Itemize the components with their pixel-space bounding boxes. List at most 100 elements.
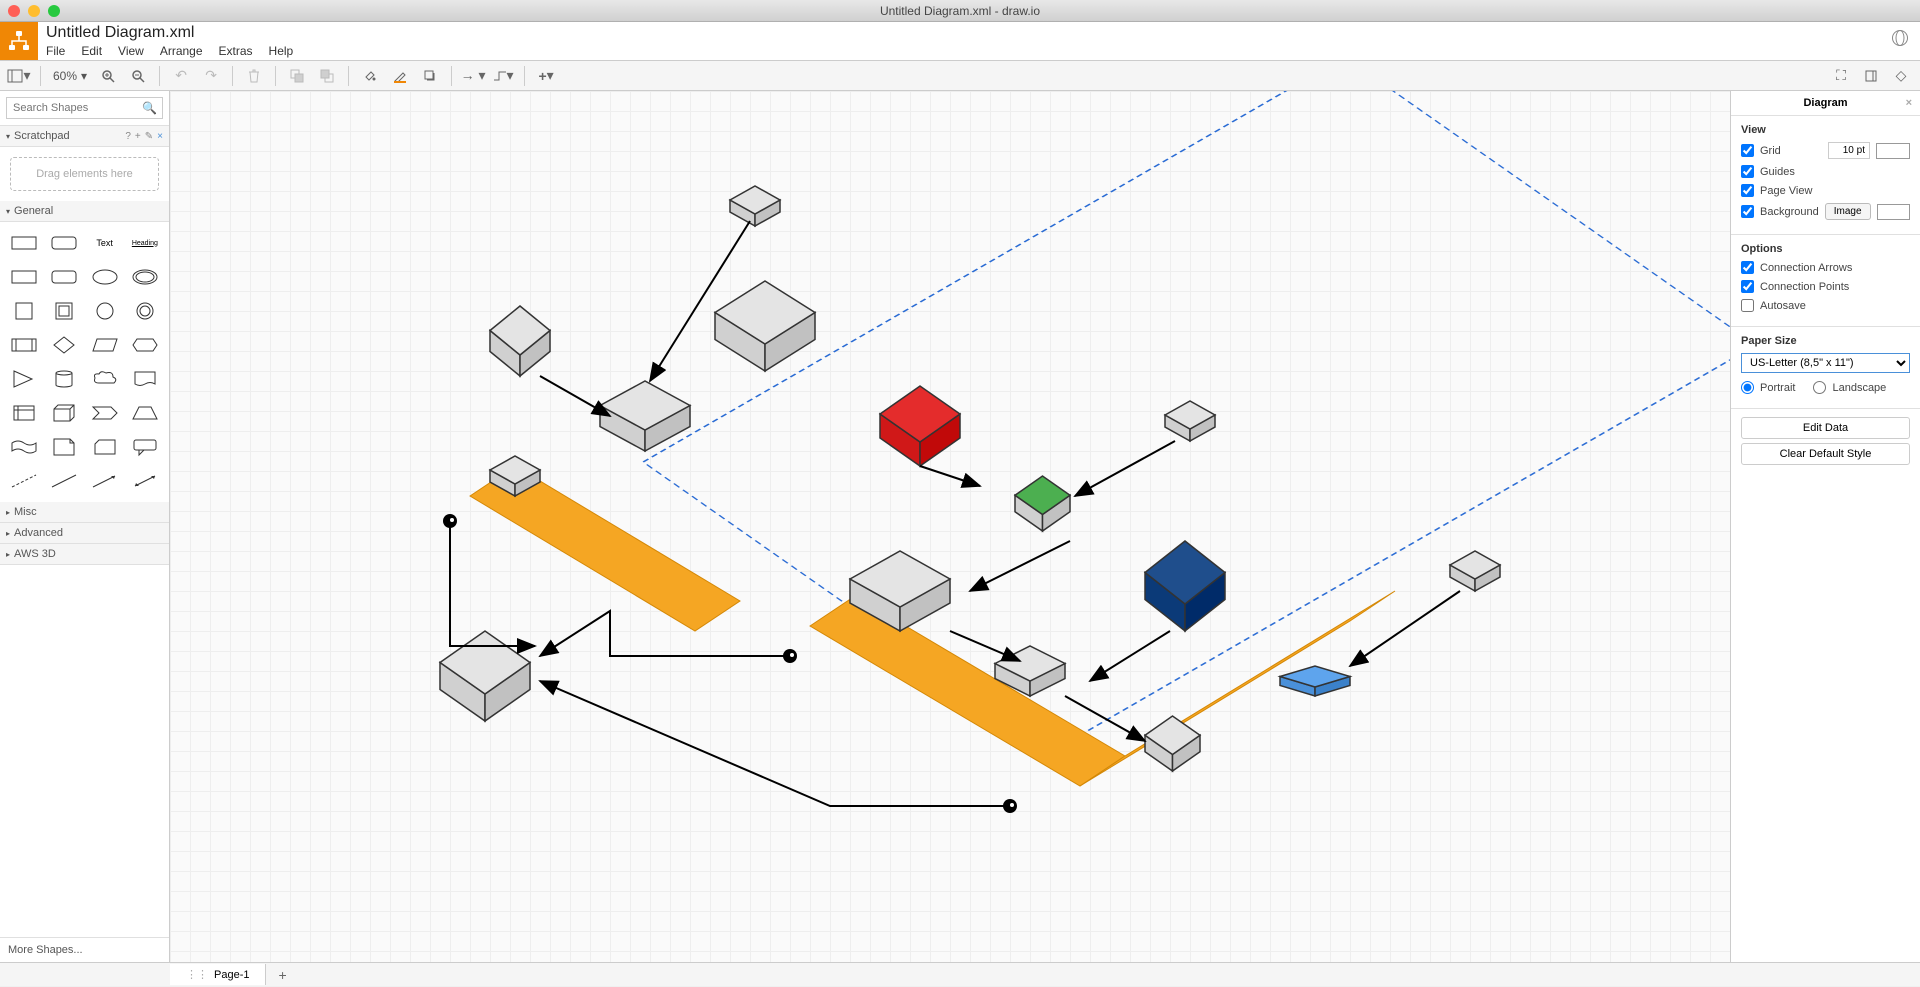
shape-cylinder[interactable]: [48, 366, 80, 392]
shape-line[interactable]: [48, 468, 80, 494]
shape-text[interactable]: Text: [89, 230, 121, 256]
page-drag-handle-icon[interactable]: ⋮⋮: [186, 968, 208, 981]
delete-button[interactable]: [241, 64, 267, 88]
redo-button[interactable]: ↷: [198, 64, 224, 88]
arrow[interactable]: [950, 631, 1020, 661]
shape-internal-storage[interactable]: [8, 400, 40, 426]
shape-rect[interactable]: [8, 230, 40, 256]
shape-ellipse[interactable]: [89, 264, 121, 290]
shape-dashed-line[interactable]: [8, 468, 40, 494]
guides-checkbox[interactable]: [1741, 165, 1754, 178]
shape-bidir-arrow[interactable]: [129, 468, 161, 494]
shape-tape[interactable]: [8, 434, 40, 460]
connection-button[interactable]: → ▾: [460, 64, 486, 88]
canvas[interactable]: [170, 91, 1730, 962]
arrow[interactable]: [970, 541, 1070, 591]
papersize-select[interactable]: US-Letter (8,5" x 11"): [1741, 353, 1910, 373]
aws3d-section[interactable]: ▸AWS 3D: [0, 544, 169, 565]
shape-circle[interactable]: [89, 298, 121, 324]
language-icon[interactable]: [1892, 30, 1908, 46]
menu-help[interactable]: Help: [269, 44, 294, 58]
zoom-level[interactable]: 60% ▾: [49, 69, 91, 83]
shape-process[interactable]: [8, 332, 40, 358]
shape-arrow-line[interactable]: [89, 468, 121, 494]
close-window-button[interactable]: [8, 5, 20, 17]
shape-square-dbl[interactable]: [48, 298, 80, 324]
diagram-content[interactable]: [170, 91, 1730, 962]
shape-diamond[interactable]: [48, 332, 80, 358]
server-big[interactable]: [715, 281, 815, 371]
conn-arrows-checkbox[interactable]: [1741, 261, 1754, 274]
clear-style-button[interactable]: Clear Default Style: [1741, 443, 1910, 465]
background-color-swatch[interactable]: [1877, 204, 1910, 220]
scratchpad-add-icon[interactable]: +: [135, 131, 141, 142]
autosave-checkbox[interactable]: [1741, 299, 1754, 312]
maximize-window-button[interactable]: [48, 5, 60, 17]
shape-hexagon[interactable]: [129, 332, 161, 358]
grid-checkbox[interactable]: [1741, 144, 1754, 157]
red-database[interactable]: [880, 386, 960, 466]
scratchpad-help-icon[interactable]: ?: [125, 131, 131, 142]
edit-data-button[interactable]: Edit Data: [1741, 417, 1910, 439]
search-icon[interactable]: 🔍: [142, 101, 157, 115]
landscape-radio[interactable]: [1813, 381, 1826, 394]
add-page-button[interactable]: +: [266, 963, 298, 987]
view-menu-button[interactable]: ▾: [6, 64, 32, 88]
arrow[interactable]: [920, 466, 980, 486]
shape-circle-dbl[interactable]: [129, 298, 161, 324]
to-front-button[interactable]: [284, 64, 310, 88]
shape-rounded2[interactable]: [48, 264, 80, 290]
misc-section[interactable]: ▸Misc: [0, 502, 169, 523]
m-node[interactable]: [1145, 716, 1200, 771]
fill-color-button[interactable]: [357, 64, 383, 88]
general-shapes-header[interactable]: ▾General: [0, 201, 169, 222]
more-shapes-button[interactable]: More Shapes...: [0, 937, 169, 962]
minimize-window-button[interactable]: [28, 5, 40, 17]
outline-panel-button[interactable]: ◇: [1888, 64, 1914, 88]
waypoint-button[interactable]: ▾: [490, 64, 516, 88]
scratchpad-close-icon[interactable]: ×: [157, 131, 163, 142]
pageview-checkbox[interactable]: [1741, 184, 1754, 197]
shape-ellipse-dbl[interactable]: [129, 264, 161, 290]
scratchpad-header[interactable]: ▾Scratchpad ?+✎×: [0, 126, 169, 147]
orange-path-2[interactable]: [810, 596, 1125, 786]
shape-cube[interactable]: [48, 400, 80, 426]
pyramid-node[interactable]: [600, 381, 690, 451]
shape-triangle[interactable]: [8, 366, 40, 392]
cloud-small-right[interactable]: [1165, 401, 1215, 441]
zoom-in-button[interactable]: [95, 64, 121, 88]
shape-step[interactable]: [89, 400, 121, 426]
arrow[interactable]: [1075, 441, 1175, 496]
orange-path-3[interactable]: [1080, 591, 1395, 786]
fullscreen-button[interactable]: ⛶: [1828, 64, 1854, 88]
advanced-section[interactable]: ▸Advanced: [0, 523, 169, 544]
blue-storage[interactable]: [1145, 541, 1225, 631]
shape-parallelogram[interactable]: [89, 332, 121, 358]
cloud-small-top[interactable]: [730, 186, 780, 226]
shadow-button[interactable]: [417, 64, 443, 88]
shape-rounded-rect[interactable]: [48, 230, 80, 256]
background-image-button[interactable]: Image: [1825, 203, 1871, 220]
format-panel-button[interactable]: [1858, 64, 1884, 88]
shape-document[interactable]: [129, 366, 161, 392]
shape-trapezoid[interactable]: [129, 400, 161, 426]
document-title[interactable]: Untitled Diagram.xml: [46, 24, 293, 42]
scratchpad-edit-icon[interactable]: ✎: [145, 131, 153, 142]
arrow[interactable]: [540, 376, 610, 416]
insert-button[interactable]: + ▾: [533, 64, 559, 88]
shape-cloud[interactable]: [89, 366, 121, 392]
menu-edit[interactable]: Edit: [81, 44, 102, 58]
shape-rect2[interactable]: [8, 264, 40, 290]
search-shapes-input[interactable]: [6, 97, 163, 119]
page-tab-1[interactable]: ⋮⋮Page-1: [170, 964, 266, 985]
shape-square[interactable]: [8, 298, 40, 324]
conn-points-checkbox[interactable]: [1741, 280, 1754, 293]
portrait-radio[interactable]: [1741, 381, 1754, 394]
workstation[interactable]: [490, 306, 550, 376]
menu-arrange[interactable]: Arrange: [160, 44, 203, 58]
undo-button[interactable]: ↶: [168, 64, 194, 88]
grid-color-swatch[interactable]: [1876, 143, 1910, 159]
shape-heading[interactable]: Heading: [129, 230, 161, 256]
blue-chips[interactable]: [1280, 666, 1350, 696]
zoom-out-button[interactable]: [125, 64, 151, 88]
